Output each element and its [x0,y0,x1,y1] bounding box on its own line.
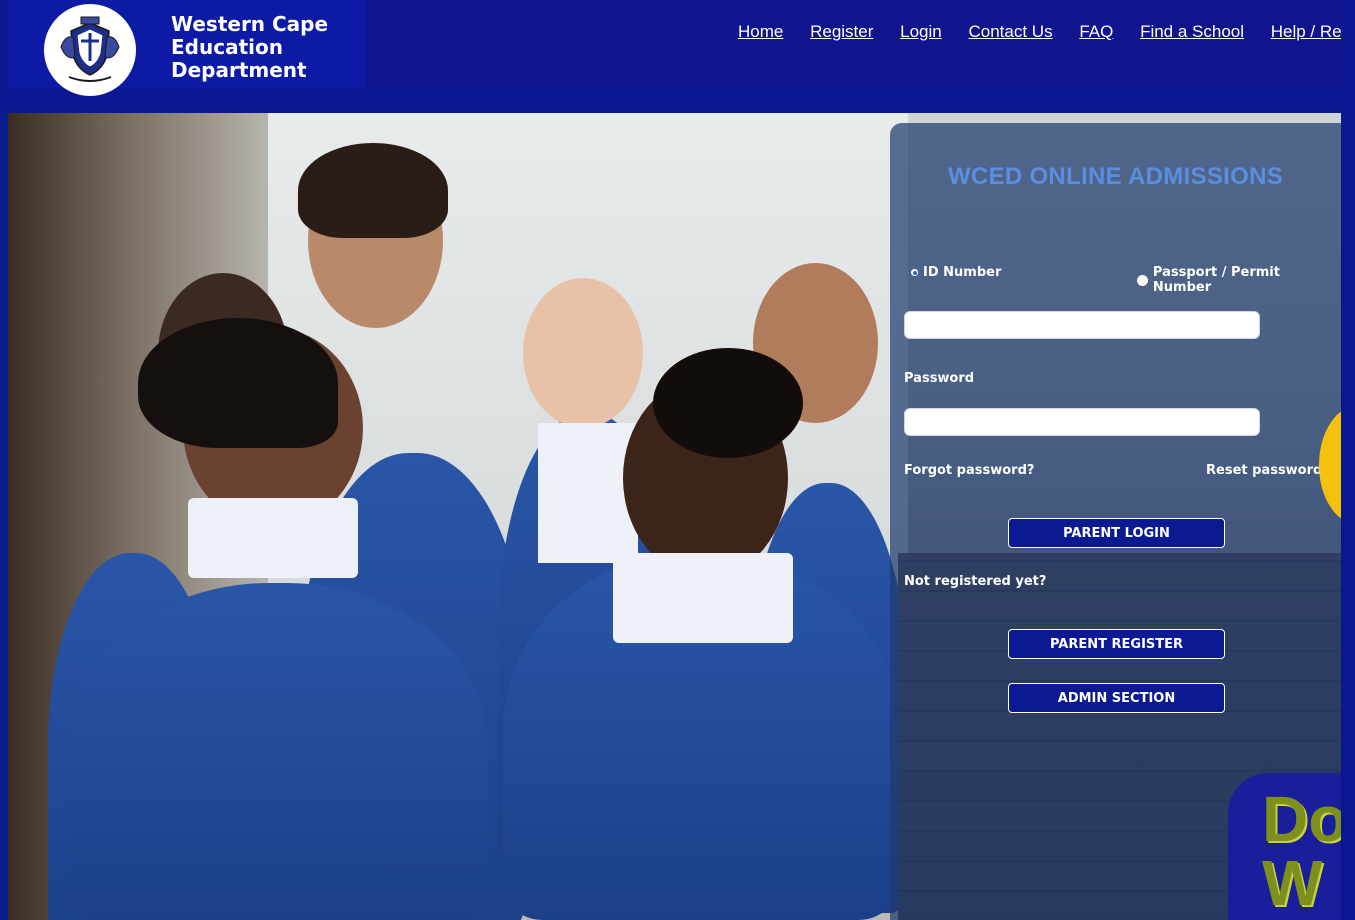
right-edge [1341,0,1355,920]
student-collar [188,498,358,578]
reset-password-link[interactable]: Reset password? [1206,463,1330,478]
nav-help-resources[interactable]: Help / Resc [1271,22,1341,42]
student-hair [298,143,448,238]
coat-of-arms-icon[interactable] [44,4,136,96]
radio-id-label: ID Number [923,265,1002,280]
nav-faq[interactable]: FAQ [1079,22,1113,42]
radio-selected-icon[interactable] [911,269,918,276]
student-collar [613,553,793,643]
student-figure [68,583,488,920]
radio-passport-label: Passport / Permit Number [1152,265,1280,295]
id-number-input[interactable] [904,311,1260,339]
main-nav: Home Register Login Contact Us FAQ Find … [738,22,1341,48]
promo-banner[interactable]: Do W [1228,773,1355,920]
parent-login-button[interactable]: PARENT LOGIN [1008,518,1225,548]
login-title: WCED ONLINE ADMISSIONS [947,163,1284,190]
not-registered-label: Not registered yet? [904,574,1047,589]
brand-line-1: Western Cape [171,12,329,36]
promo-line-1: Do [1262,783,1348,855]
forgot-password-link[interactable]: Forgot password? [904,463,1034,478]
nav-contact-us[interactable]: Contact Us [968,22,1052,42]
nav-home[interactable]: Home [738,22,783,42]
nav-login[interactable]: Login [900,22,942,42]
promo-line-2: W [1262,847,1323,919]
radio-unselected-icon[interactable] [1137,274,1148,286]
student-hair [138,318,338,448]
student-hair [653,348,803,458]
password-label: Password [904,371,975,386]
brand-line-2: Education [171,35,283,59]
admin-section-button[interactable]: ADMIN SECTION [1008,683,1225,713]
brand-line-3: Department [171,58,307,82]
radio-passport-number[interactable]: Passport / Permit Number [1137,265,1341,295]
promo-text: Do W [1262,787,1347,915]
brand-name: Western Cape Education Department [171,13,328,82]
parent-register-button[interactable]: PARENT REGISTER [1008,629,1225,659]
nav-find-a-school[interactable]: Find a School [1140,22,1244,42]
radio-id-number[interactable]: ID Number [911,265,1001,280]
nav-register[interactable]: Register [810,22,873,42]
logo-graphic [60,16,120,82]
password-input[interactable] [904,408,1260,436]
student-head [523,278,643,428]
